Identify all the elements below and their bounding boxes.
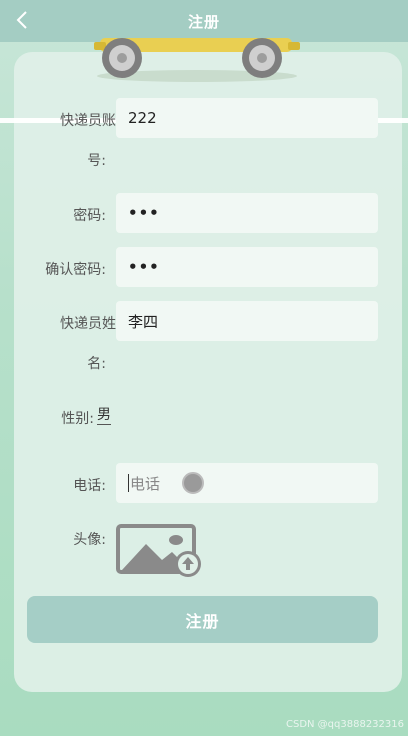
account-label-continued: 号:: [87, 153, 106, 169]
input-indicator-dot: [182, 472, 205, 494]
top-navbar: 注册: [0, 0, 408, 42]
phone-placeholder: 电话: [130, 474, 161, 493]
phone-input[interactable]: 电话: [116, 463, 378, 503]
text-caret: [128, 474, 129, 492]
watermark: CSDN @qq3888232316: [285, 719, 404, 730]
gender-selector[interactable]: 男: [97, 406, 111, 425]
name-value: 李四: [128, 312, 159, 331]
name-input[interactable]: 李四: [116, 301, 378, 341]
account-value: 222: [128, 109, 157, 127]
account-input[interactable]: 222: [116, 98, 378, 138]
confirm-password-input[interactable]: •••: [116, 247, 378, 287]
avatar-upload[interactable]: [116, 524, 204, 578]
name-label-continued: 名:: [87, 356, 106, 372]
back-button[interactable]: [10, 8, 34, 32]
register-button[interactable]: 注册: [27, 596, 378, 643]
confirm-password-value: •••: [128, 258, 160, 276]
page-title: 注册: [187, 12, 220, 31]
password-input[interactable]: •••: [116, 193, 378, 233]
confirm-password-label: 确认密码:: [45, 262, 106, 278]
account-label: 快递员账: [60, 113, 116, 129]
car-illustration: [94, 38, 300, 82]
password-value: •••: [128, 204, 160, 222]
password-label: 密码:: [73, 208, 106, 224]
avatar-label: 头像:: [73, 532, 106, 548]
gender-label: 性别:: [61, 411, 94, 427]
name-label: 快递员姓: [60, 316, 116, 332]
image-upload-icon: [116, 524, 201, 577]
phone-label: 电话:: [73, 478, 106, 494]
chevron-left-icon: [16, 11, 27, 29]
